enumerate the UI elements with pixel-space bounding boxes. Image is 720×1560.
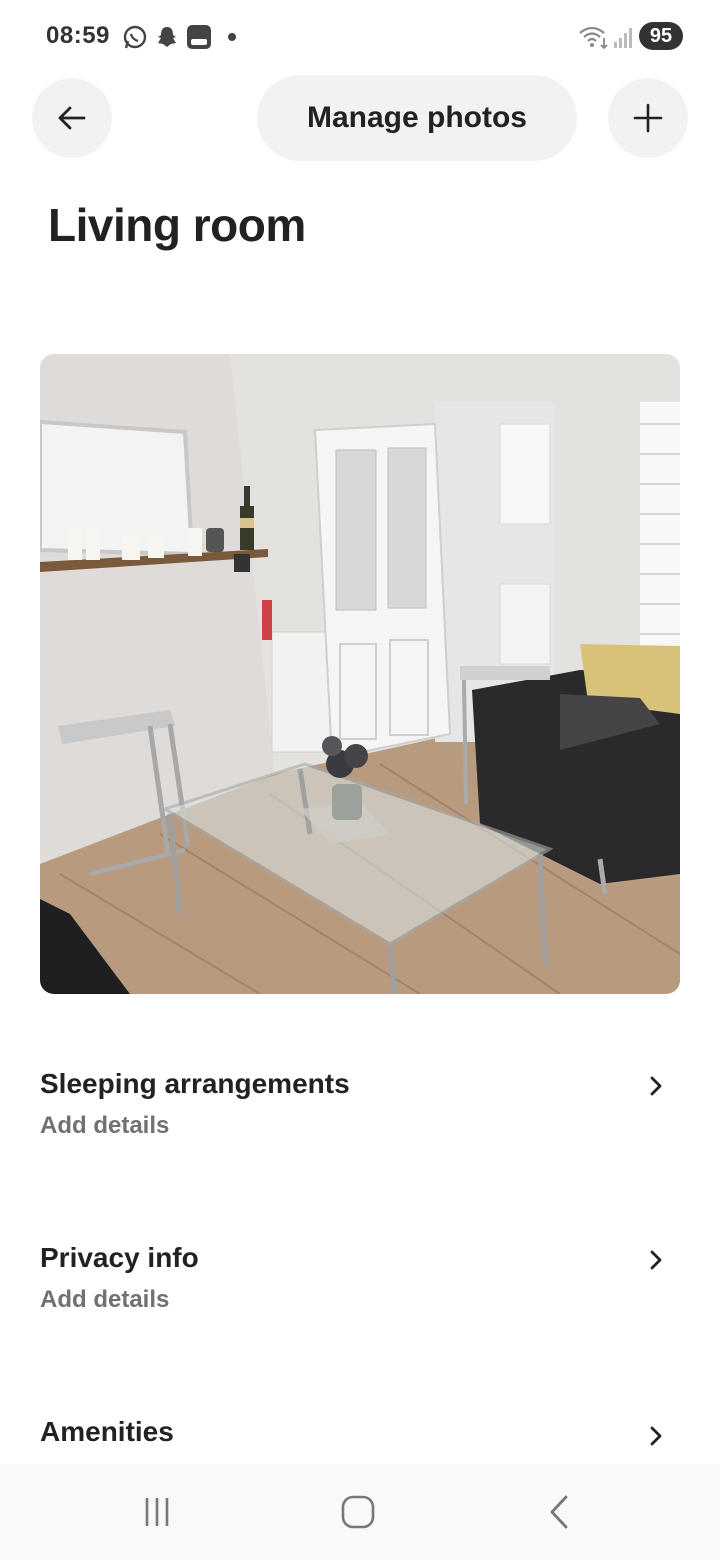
system-back-button[interactable]: [536, 1488, 584, 1536]
manage-photos-button[interactable]: Manage photos: [257, 75, 577, 161]
whatsapp-icon: [123, 25, 147, 49]
back-icon: [550, 1495, 568, 1529]
chevron-right-icon: [650, 1250, 662, 1270]
privacy-info-row[interactable]: Privacy info Add details: [40, 1242, 680, 1352]
battery-level: 95: [639, 22, 683, 50]
recents-button[interactable]: [133, 1488, 181, 1536]
status-bar: 08:59 95: [0, 0, 720, 72]
row-title: Sleeping arrangements: [40, 1068, 350, 1099]
signal-icon: [614, 28, 632, 48]
arrow-left-icon: [58, 106, 86, 130]
living-room-image: [40, 354, 680, 994]
sleeping-arrangements-row[interactable]: Sleeping arrangements Add details: [40, 1068, 680, 1178]
system-navigation-bar: [0, 1464, 720, 1560]
add-photo-button[interactable]: [608, 78, 688, 158]
back-button[interactable]: [32, 78, 112, 158]
home-button[interactable]: [334, 1488, 382, 1536]
notification-dot: [228, 33, 236, 41]
snapchat-icon: [158, 27, 176, 47]
amenities-row[interactable]: Amenities: [40, 1416, 680, 1460]
chevron-right-icon: [650, 1426, 662, 1446]
app-icon: [187, 25, 211, 49]
row-subtitle: Add details: [40, 1112, 170, 1139]
status-time: 08:59: [46, 22, 110, 49]
row-subtitle: Add details: [40, 1286, 170, 1313]
home-icon: [341, 1495, 375, 1529]
chevron-right-icon: [650, 1076, 662, 1096]
page-title: Living room: [48, 199, 306, 251]
plus-icon: [633, 103, 663, 133]
row-title: Amenities: [40, 1416, 174, 1447]
wifi-icon: [579, 26, 608, 50]
recents-icon: [145, 1498, 169, 1526]
room-photo[interactable]: [40, 354, 680, 994]
row-title: Privacy info: [40, 1242, 199, 1273]
